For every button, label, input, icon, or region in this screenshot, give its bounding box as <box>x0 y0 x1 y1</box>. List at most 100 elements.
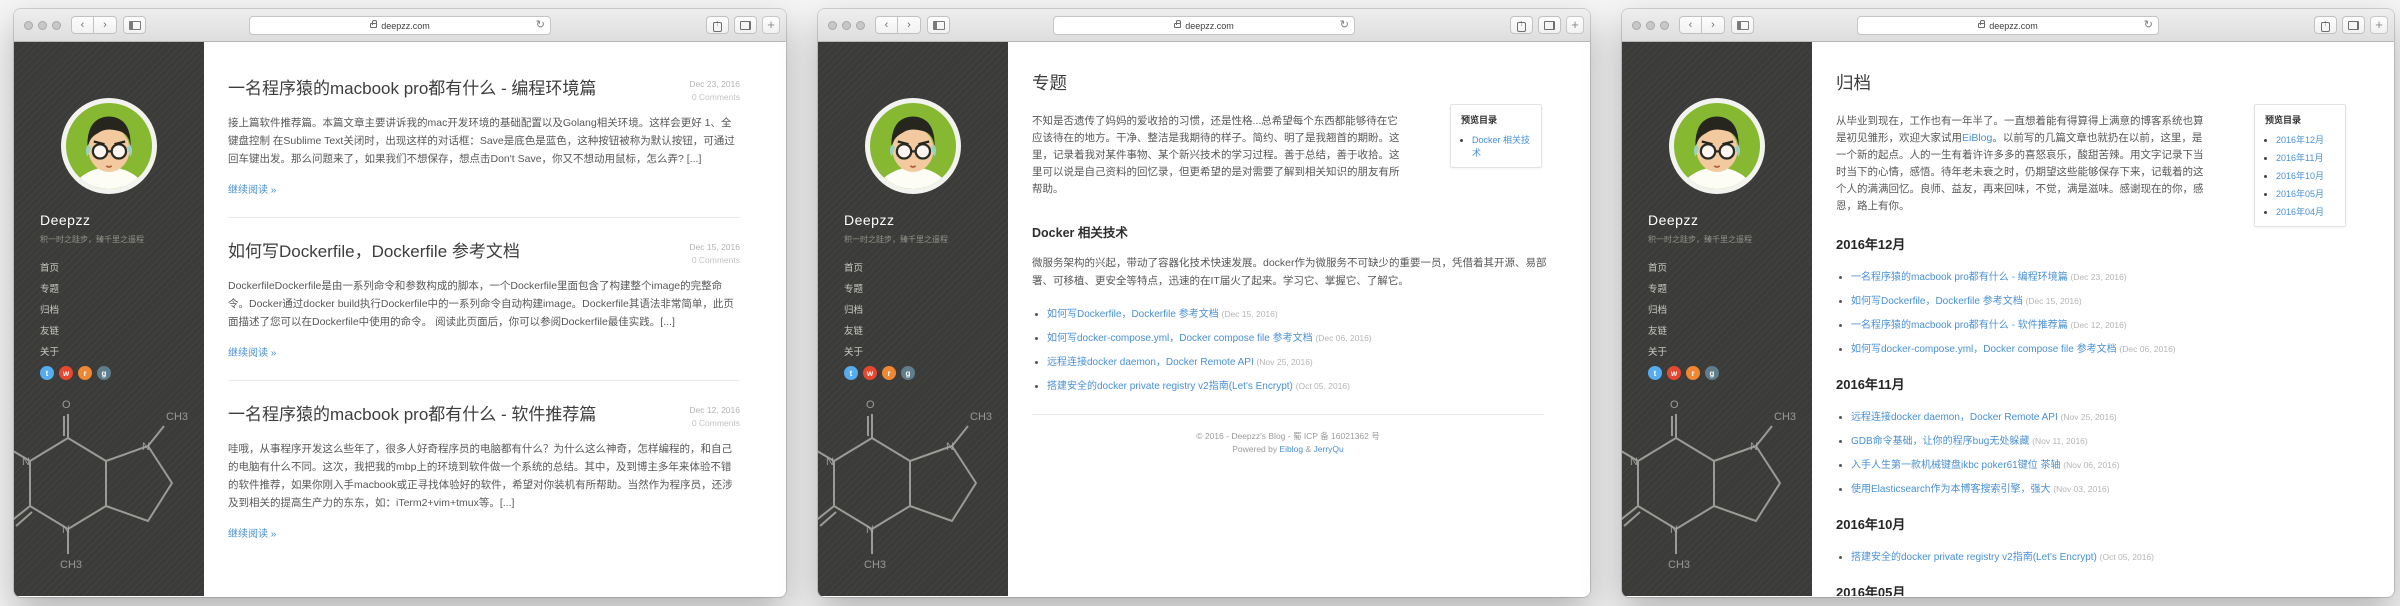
sidebar-item-archive[interactable]: 归档 <box>1648 302 1812 316</box>
back-button[interactable]: ‹ <box>1679 16 1702 34</box>
close-window-button[interactable] <box>1632 21 1641 30</box>
sidebar-item-friends[interactable]: 友链 <box>40 323 204 337</box>
post-excerpt: 哇哦，从事程序开发这么些年了，很多人好奇程序员的电脑都有什么？为什么这么神奇，怎… <box>228 440 740 512</box>
reload-icon[interactable]: ↻ <box>536 20 545 31</box>
avatar[interactable] <box>865 98 961 194</box>
post-link[interactable]: 如何写docker-compose.yml，Docker compose fil… <box>1851 344 2117 355</box>
share-button[interactable] <box>1510 16 1533 34</box>
preview-toc-box: 预览目录 Docker 相关技术 <box>1450 104 1542 168</box>
close-window-button[interactable] <box>828 21 837 30</box>
zoom-window-button[interactable] <box>52 21 61 30</box>
ampersand: & <box>1303 444 1313 454</box>
new-tab-button[interactable]: + <box>1566 16 1584 34</box>
reload-icon[interactable]: ↻ <box>2144 20 2153 31</box>
toc-link[interactable]: 2016年10月 <box>2276 171 2324 181</box>
archive-month-heading: 2016年12月 <box>1836 234 2348 253</box>
toc-link[interactable]: 2016年05月 <box>2276 189 2324 199</box>
eiblog-link[interactable]: Eiblog <box>1279 444 1303 454</box>
sidebar-item-topics[interactable]: 专题 <box>844 281 1008 295</box>
list-item: GDB命令基础，让你的程序bug无处躲藏 (Nov 11, 2016) <box>1851 432 2348 447</box>
address-bar[interactable]: deepzz.com ↻ <box>1053 16 1355 35</box>
sidebar-item-about[interactable]: 关于 <box>1648 344 1812 358</box>
sidebar-item-archive[interactable]: 归档 <box>40 302 204 316</box>
tabs-overview-button[interactable] <box>1538 16 1561 34</box>
post-link[interactable]: 远程连接docker daemon，Docker Remote API <box>1851 412 2058 423</box>
sidebar-nav: 首页 专题 归档 友链 关于 <box>844 260 1008 358</box>
tabs-overview-button[interactable] <box>2342 16 2365 34</box>
sidebar-panel-icon <box>129 21 141 30</box>
post-title-link[interactable]: 一名程序猿的macbook pro都有什么 - 软件推荐篇 <box>228 400 740 425</box>
post-date: Dec 23, 2016 <box>689 78 740 91</box>
new-tab-button[interactable]: + <box>2370 16 2388 34</box>
post-link[interactable]: 搭建安全的docker private registry v2指南(Let's … <box>1851 552 2097 563</box>
sidebar-item-archive[interactable]: 归档 <box>844 302 1008 316</box>
sidebar-item-friends[interactable]: 友链 <box>1648 323 1812 337</box>
sidebar-item-about[interactable]: 关于 <box>844 344 1008 358</box>
molecule-label: N <box>22 456 30 468</box>
post-link[interactable]: 如何写docker-compose.yml，Docker compose fil… <box>1047 333 1313 344</box>
minimize-window-button[interactable] <box>842 21 851 30</box>
post-link[interactable]: 搭建安全的docker private registry v2指南(Let's … <box>1047 381 1293 392</box>
address-bar[interactable]: deepzz.com ↻ <box>1857 16 2159 35</box>
tabs-icon <box>1544 21 1555 30</box>
sidebar-item-topics[interactable]: 专题 <box>1648 281 1812 295</box>
zoom-window-button[interactable] <box>856 21 865 30</box>
post-comments-count: 0 Comments <box>689 254 740 267</box>
avatar[interactable] <box>61 98 157 194</box>
share-button[interactable] <box>2314 16 2337 34</box>
post-link[interactable]: 一名程序猿的macbook pro都有什么 - 软件推荐篇 <box>1851 320 2068 331</box>
sidebar-toggle-button[interactable] <box>123 16 146 34</box>
list-item: 搭建安全的docker private registry v2指南(Let's … <box>1047 377 1544 392</box>
reload-icon[interactable]: ↻ <box>1340 20 1349 31</box>
close-window-button[interactable] <box>24 21 33 30</box>
toc-link[interactable]: 2016年04月 <box>2276 207 2324 217</box>
post-link[interactable]: 一名程序猿的macbook pro都有什么 - 编程环境篇 <box>1851 272 2068 283</box>
jerryqu-link[interactable]: JerryQu <box>1314 444 1344 454</box>
back-button[interactable]: ‹ <box>71 16 94 34</box>
post-summary: Dec 15, 2016 0 Comments 如何写Dockerfile，Do… <box>228 237 740 359</box>
molecule-label: O <box>1670 399 1679 411</box>
toc-item: 2016年05月 <box>2276 187 2336 200</box>
sidebar-item-friends[interactable]: 友链 <box>844 323 1008 337</box>
post-link[interactable]: GDB命令基础，让你的程序bug无处躲藏 <box>1851 436 2029 447</box>
post-title-link[interactable]: 如何写Dockerfile，Dockerfile 参考文档 <box>228 237 740 262</box>
post-comments-count: 0 Comments <box>689 91 740 104</box>
sidebar-item-about[interactable]: 关于 <box>40 344 204 358</box>
sidebar-toggle-button[interactable] <box>1731 16 1754 34</box>
sidebar-item-home[interactable]: 首页 <box>40 260 204 274</box>
sidebar-toggle-button[interactable] <box>927 16 950 34</box>
forward-button[interactable]: › <box>94 16 117 34</box>
molecule-label: N <box>826 456 834 468</box>
minimize-window-button[interactable] <box>38 21 47 30</box>
molecule-label: CH3 <box>1668 559 1690 571</box>
new-tab-button[interactable]: + <box>762 16 780 34</box>
toc-link[interactable]: 2016年11月 <box>2276 153 2323 163</box>
read-more-link[interactable]: 继续阅读 » <box>228 181 276 196</box>
eiblog-link[interactable]: EiBlog <box>1962 132 1992 144</box>
read-more-link[interactable]: 继续阅读 » <box>228 344 276 359</box>
back-button[interactable]: ‹ <box>875 16 898 34</box>
toc-link[interactable]: Docker 相关技术 <box>1472 135 1530 158</box>
post-link[interactable]: 使用Elasticsearch作为本博客搜索引擎，强大 <box>1851 484 2050 495</box>
read-more-link[interactable]: 继续阅读 » <box>228 525 276 540</box>
post-link[interactable]: 如何写Dockerfile，Dockerfile 参考文档 <box>1047 309 1219 320</box>
share-button[interactable] <box>706 16 729 34</box>
tabs-overview-button[interactable] <box>734 16 757 34</box>
sidebar-item-topics[interactable]: 专题 <box>40 281 204 295</box>
post-title-link[interactable]: 一名程序猿的macbook pro都有什么 - 编程环境篇 <box>228 74 740 99</box>
forward-button[interactable]: › <box>1702 16 1725 34</box>
post-link[interactable]: 如何写Dockerfile，Dockerfile 参考文档 <box>1851 296 2023 307</box>
minimize-window-button[interactable] <box>1646 21 1655 30</box>
avatar[interactable] <box>1669 98 1765 194</box>
post-link[interactable]: 远程连接docker daemon，Docker Remote API <box>1047 357 1254 368</box>
zoom-window-button[interactable] <box>1660 21 1669 30</box>
molecule-label: CH3 <box>864 559 886 571</box>
address-bar[interactable]: deepzz.com ↻ <box>249 16 551 35</box>
molecule-label: O <box>866 399 875 411</box>
toc-link[interactable]: 2016年12月 <box>2276 135 2324 145</box>
sidebar-item-home[interactable]: 首页 <box>844 260 1008 274</box>
forward-button[interactable]: › <box>898 16 921 34</box>
sidebar-item-home[interactable]: 首页 <box>1648 260 1812 274</box>
post-link[interactable]: 入手人生第一款机械键盘ikbc poker61键位 茶轴 <box>1851 460 2060 471</box>
toc-title: 预览目录 <box>1461 113 1532 126</box>
